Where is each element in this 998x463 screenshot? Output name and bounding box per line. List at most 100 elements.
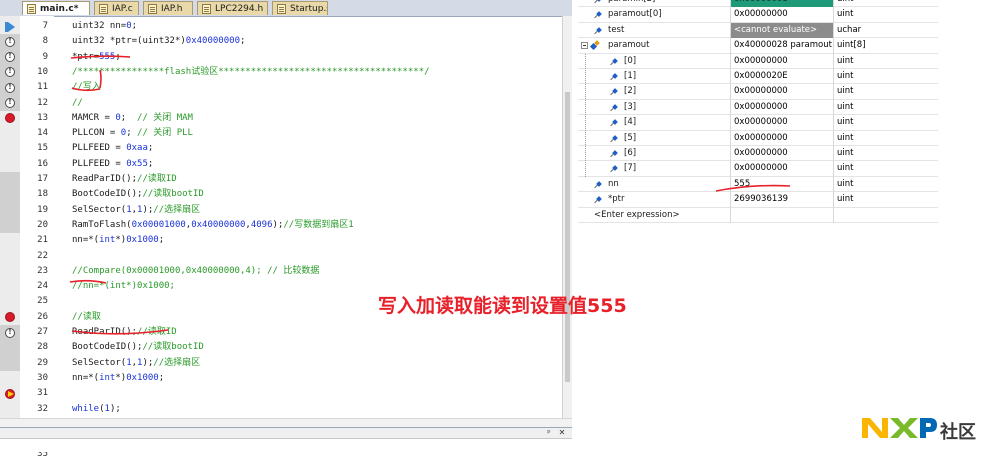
watch-name-cell[interactable]: [0] bbox=[578, 53, 731, 69]
line-number: 16 bbox=[37, 158, 48, 169]
code-token: PLLFEED = bbox=[72, 158, 127, 169]
watch-value[interactable]: 0x40000028 paramout bbox=[731, 38, 834, 54]
code-token: //选择扇区 bbox=[153, 357, 201, 368]
watch-value[interactable] bbox=[731, 207, 834, 223]
scrollbar-thumb[interactable] bbox=[565, 92, 570, 382]
watch-name-cell[interactable]: [7] bbox=[578, 161, 731, 177]
execution-info-icon[interactable] bbox=[5, 36, 15, 47]
watch-value[interactable]: 0x00000001 bbox=[731, 0, 834, 8]
code-line[interactable]: PLLCON = 0; // 关闭 PLL bbox=[72, 126, 193, 141]
code-editor[interactable]: main.c* IAP.c IAP.h LPC2294.h Startup.s 7 8 9 1… bbox=[0, 0, 572, 459]
watch-value[interactable]: 0x00000000 bbox=[731, 7, 834, 23]
watch-name-cell[interactable]: test bbox=[578, 22, 731, 39]
code-line[interactable]: nn=*(int*)0x1000; bbox=[72, 233, 164, 248]
code-line[interactable]: //nn=*(int*)0x1000; bbox=[72, 279, 175, 294]
watch-value[interactable]: 0x00000000 bbox=[731, 161, 834, 177]
collapse-toggle-icon[interactable] bbox=[581, 42, 588, 50]
watch-row[interactable]: [2] 0x00000000 uint bbox=[578, 84, 938, 100]
code-line[interactable]: PLLFEED = 0x55; bbox=[72, 157, 153, 172]
watch-value[interactable]: 0x00000000 bbox=[731, 146, 834, 162]
code-line[interactable]: nn=*(int*)0x1000; bbox=[72, 371, 164, 386]
watch-name-cell[interactable]: <Enter expression> bbox=[578, 207, 731, 223]
watch-row[interactable]: [0] 0x00000000 uint bbox=[578, 53, 938, 69]
code-line[interactable]: RamToFlash(0x00001000,0x40000000,4096);/… bbox=[72, 218, 354, 233]
code-line[interactable]: SelSector(1,1);//选择扇区 bbox=[72, 203, 200, 218]
enter-expression-field[interactable]: <Enter expression> bbox=[594, 208, 680, 223]
watch-value[interactable]: 0x0000020E bbox=[731, 69, 834, 85]
code-line[interactable]: SelSector(1,1);//选择扇区 bbox=[72, 356, 200, 371]
watch-row[interactable]: paramout 0x40000028 paramout uint[8] bbox=[578, 38, 938, 54]
watch-name-cell[interactable]: [4] bbox=[578, 115, 731, 131]
tree-guide-line bbox=[585, 53, 586, 177]
watch-name-cell[interactable]: [5] bbox=[578, 130, 731, 146]
code-token: RamToFlash( bbox=[72, 219, 132, 230]
breakpoint-current-icon[interactable] bbox=[5, 388, 15, 399]
pin-icon[interactable]: ᵖ bbox=[544, 428, 554, 438]
current-line-arrow-icon[interactable] bbox=[5, 21, 15, 32]
tab-label: main.c* bbox=[40, 4, 79, 14]
vertical-scrollbar[interactable] bbox=[562, 16, 572, 418]
watch-row[interactable]: paramin[2] 0x00000001uint bbox=[578, 0, 938, 8]
watch-row[interactable]: [3] 0x00000000 uint bbox=[578, 99, 938, 116]
watch-value[interactable]: 0x00000000 bbox=[731, 53, 834, 69]
editor-tab[interactable]: IAP.h bbox=[143, 1, 193, 15]
watch-row[interactable]: nn 555 uint bbox=[578, 176, 938, 193]
editor-tab[interactable]: main.c* bbox=[22, 1, 90, 15]
watch-value[interactable]: 555 bbox=[731, 176, 834, 193]
line-number: 30 bbox=[37, 372, 48, 383]
close-icon[interactable]: ✕ bbox=[557, 428, 567, 438]
watch-name-cell[interactable]: [6] bbox=[578, 146, 731, 162]
output-pane-header: ᵖ ✕ bbox=[0, 428, 572, 439]
code-line[interactable]: /****************flash试验区***************… bbox=[72, 65, 430, 80]
code-line[interactable]: //读取 bbox=[72, 310, 101, 325]
code-line[interactable]: //Compare(0x00001000,0x40000000,4); // 比… bbox=[72, 264, 319, 279]
code-line[interactable]: // bbox=[72, 96, 83, 111]
code-line[interactable]: ReadParID();//读取ID bbox=[72, 325, 177, 340]
watch-name-cell[interactable]: [3] bbox=[578, 99, 731, 116]
watch-name-cell[interactable]: *ptr bbox=[578, 192, 731, 208]
watch-name-cell[interactable]: paramout bbox=[578, 38, 731, 54]
watch-name-cell[interactable]: nn bbox=[578, 176, 731, 193]
watch-row[interactable]: [5] 0x00000000 uint bbox=[578, 130, 938, 146]
editor-tab[interactable]: LPC2294.h bbox=[197, 1, 268, 15]
code-line[interactable]: while(1); bbox=[72, 402, 121, 417]
breakpoint-icon[interactable] bbox=[5, 113, 15, 124]
editor-tab[interactable]: Startup.s bbox=[272, 1, 328, 15]
watch-value[interactable]: <cannot evaluate> bbox=[731, 22, 834, 39]
execution-info-icon[interactable] bbox=[5, 97, 15, 108]
watch-value[interactable]: 2699036139 bbox=[731, 192, 834, 208]
editor-tab[interactable]: IAP.c bbox=[94, 1, 139, 15]
breakpoint-icon[interactable] bbox=[5, 312, 15, 323]
code-line[interactable]: BootCodeID();//读取bootID bbox=[72, 340, 204, 355]
watch-row[interactable]: [1] 0x0000020E uint bbox=[578, 69, 938, 85]
breakpoint-gutter[interactable] bbox=[0, 16, 21, 418]
watch-row[interactable]: [7] 0x00000000 uint bbox=[578, 161, 938, 177]
code-line[interactable]: //写入 bbox=[72, 80, 101, 95]
watch-row[interactable]: test <cannot evaluate> uchar bbox=[578, 22, 938, 39]
watch-row[interactable]: *ptr 2699036139 uint bbox=[578, 192, 938, 208]
watch-row[interactable]: [6] 0x00000000 uint bbox=[578, 146, 938, 162]
watch-name-cell[interactable]: [1] bbox=[578, 69, 731, 85]
execution-info-icon[interactable] bbox=[5, 327, 15, 338]
watch-name-cell[interactable]: [2] bbox=[578, 84, 731, 100]
watch-value[interactable]: 0x00000000 bbox=[731, 115, 834, 131]
execution-info-icon[interactable] bbox=[5, 82, 15, 93]
code-line[interactable]: *ptr=555; bbox=[72, 50, 121, 65]
code-line[interactable]: uint32 nn=0; bbox=[72, 19, 137, 34]
watch-value[interactable]: 0x00000000 bbox=[731, 99, 834, 116]
watch-name-cell[interactable]: paramin[2] bbox=[578, 0, 731, 8]
code-line[interactable]: BootCodeID();//读取bootID bbox=[72, 187, 204, 202]
watch-row[interactable]: [4] 0x00000000 uint bbox=[578, 115, 938, 131]
watch-value[interactable]: 0x00000000 bbox=[731, 130, 834, 146]
code-token: PLLFEED = bbox=[72, 143, 127, 154]
watch-row[interactable]: paramout[0] 0x00000000 uint bbox=[578, 7, 938, 23]
watch-row[interactable]: <Enter expression> bbox=[578, 207, 938, 223]
code-line[interactable]: ReadParID();//读取ID bbox=[72, 172, 177, 187]
watch-name-cell[interactable]: paramout[0] bbox=[578, 7, 731, 23]
code-area[interactable]: uint32 nn=0; uint32 *ptr=(uint32*)0x40000… bbox=[54, 16, 562, 418]
code-line[interactable]: uint32 *ptr=(uint32*)0x40000000; bbox=[72, 34, 245, 49]
code-line[interactable]: PLLFEED = 0xaa; bbox=[72, 141, 153, 156]
code-line[interactable]: MAMCR = 0; // 关闭 MAM bbox=[72, 111, 193, 126]
line-number: 20 bbox=[37, 219, 48, 230]
watch-value[interactable]: 0x00000000 bbox=[731, 84, 834, 100]
